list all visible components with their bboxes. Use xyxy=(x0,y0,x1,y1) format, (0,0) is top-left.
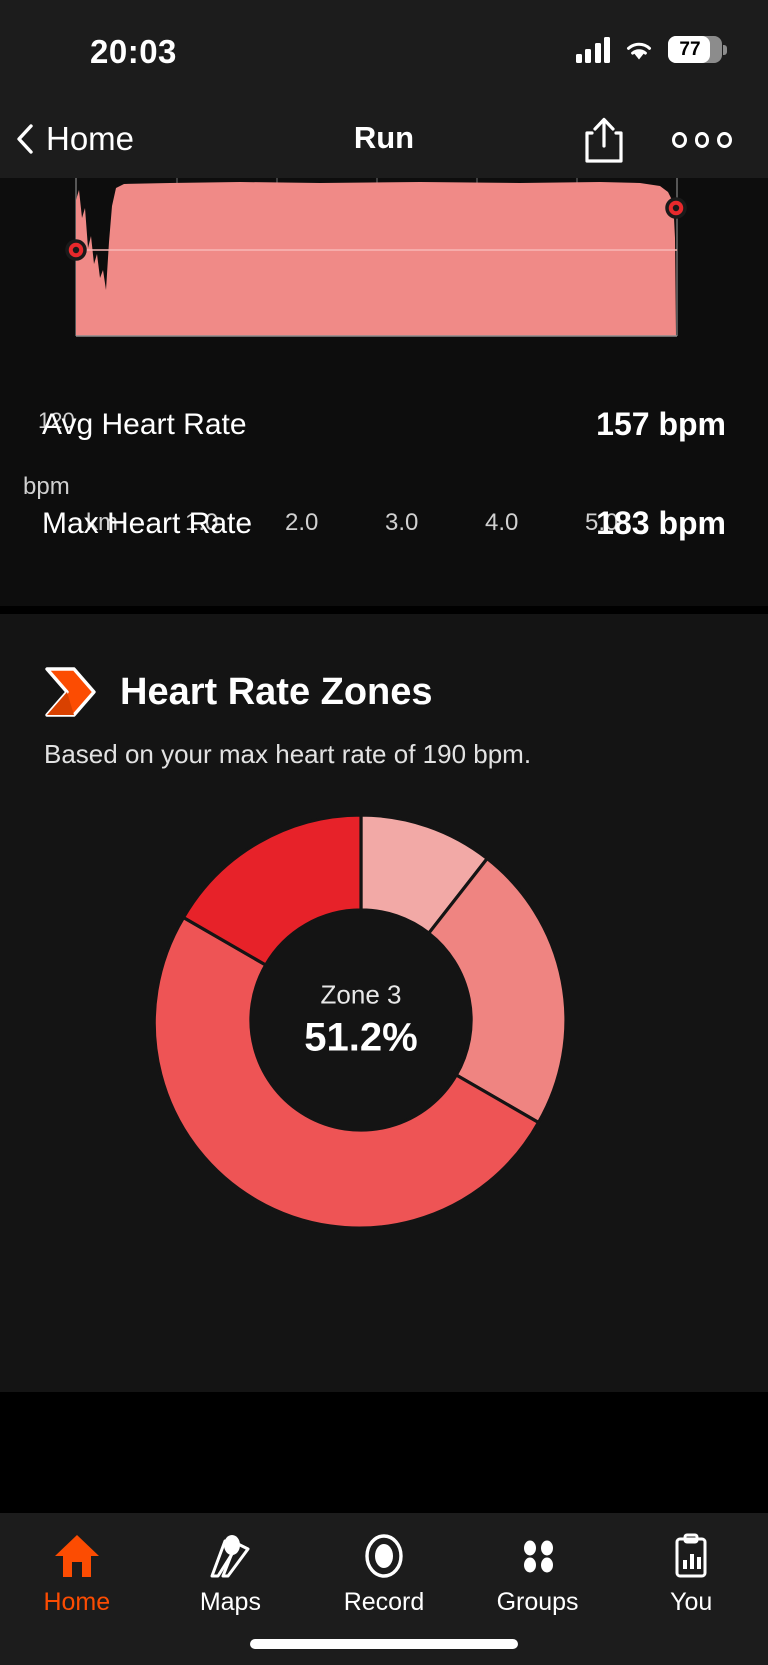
stat-label: Max Heart Rate xyxy=(42,506,253,540)
more-options-button[interactable] xyxy=(672,128,733,152)
donut-center-label: Zone 3 51.2% xyxy=(241,977,481,1062)
heart-rate-card: 120 bpm km 1.0 2.0 3.0 4.0 5.0 Avg Heart… xyxy=(0,178,768,606)
heart-rate-area-chart[interactable] xyxy=(0,178,768,368)
tab-label: You xyxy=(670,1588,713,1616)
cellular-signal-icon xyxy=(575,36,610,63)
status-time: 20:03 xyxy=(90,33,177,70)
home-indicator xyxy=(250,1639,518,1649)
page-title: Run xyxy=(353,120,415,155)
app-screen: 20:03 77 Home Run 120 bpm km 1.0 2.0 3.0… xyxy=(0,0,768,1665)
tab-label: Maps xyxy=(199,1588,261,1616)
more-dot xyxy=(672,132,687,148)
tab-label: Groups xyxy=(496,1588,579,1616)
home-icon xyxy=(52,1530,102,1582)
tab-home[interactable]: Home xyxy=(0,1513,154,1665)
tab-label: Home xyxy=(43,1588,111,1616)
share-icon[interactable] xyxy=(582,116,626,164)
battery-icon: 77 xyxy=(668,36,727,63)
wifi-icon xyxy=(627,42,651,59)
donut-center-percent: 51.2% xyxy=(304,1015,418,1060)
record-circle-icon xyxy=(359,1530,409,1582)
status-bar: 20:03 77 xyxy=(0,0,768,100)
stat-value: 157 bpm xyxy=(596,406,726,442)
stat-row-avg-heart-rate: Avg Heart Rate 157 bpm xyxy=(42,406,726,443)
clipboard-chart-icon xyxy=(666,1530,716,1582)
section-divider xyxy=(0,1392,768,1408)
zones-subtitle: Based on your max heart rate of 190 bpm. xyxy=(44,739,532,769)
heart-rate-zones-card: Heart Rate Zones Based on your max heart… xyxy=(0,614,768,1392)
tab-you[interactable]: You xyxy=(614,1513,768,1665)
zones-title: Heart Rate Zones xyxy=(120,670,433,713)
battery-percent: 77 xyxy=(679,39,701,60)
donut-center-zone-name: Zone 3 xyxy=(320,979,402,1010)
stat-row-max-heart-rate: Max Heart Rate 183 bpm xyxy=(42,505,726,542)
heart-rate-zones-donut-chart[interactable]: Zone 3 51.2% xyxy=(141,800,581,1240)
nav-bar: Home Run xyxy=(0,100,768,178)
tab-label: Record xyxy=(343,1588,425,1616)
groups-dots-icon xyxy=(513,1530,563,1582)
stat-value: 183 bpm xyxy=(596,505,726,541)
more-dot xyxy=(694,132,710,148)
zones-header: Heart Rate Zones xyxy=(44,666,433,718)
bottom-tab-bar: Home Maps Record Groups You xyxy=(0,1513,768,1665)
strava-chevron-icon xyxy=(45,667,96,717)
map-pin-icon xyxy=(205,1530,255,1582)
y-axis-unit-label: bpm xyxy=(23,473,70,500)
stat-label: Avg Heart Rate xyxy=(42,407,247,441)
more-dot xyxy=(717,132,733,148)
status-indicators: 77 xyxy=(575,36,727,63)
